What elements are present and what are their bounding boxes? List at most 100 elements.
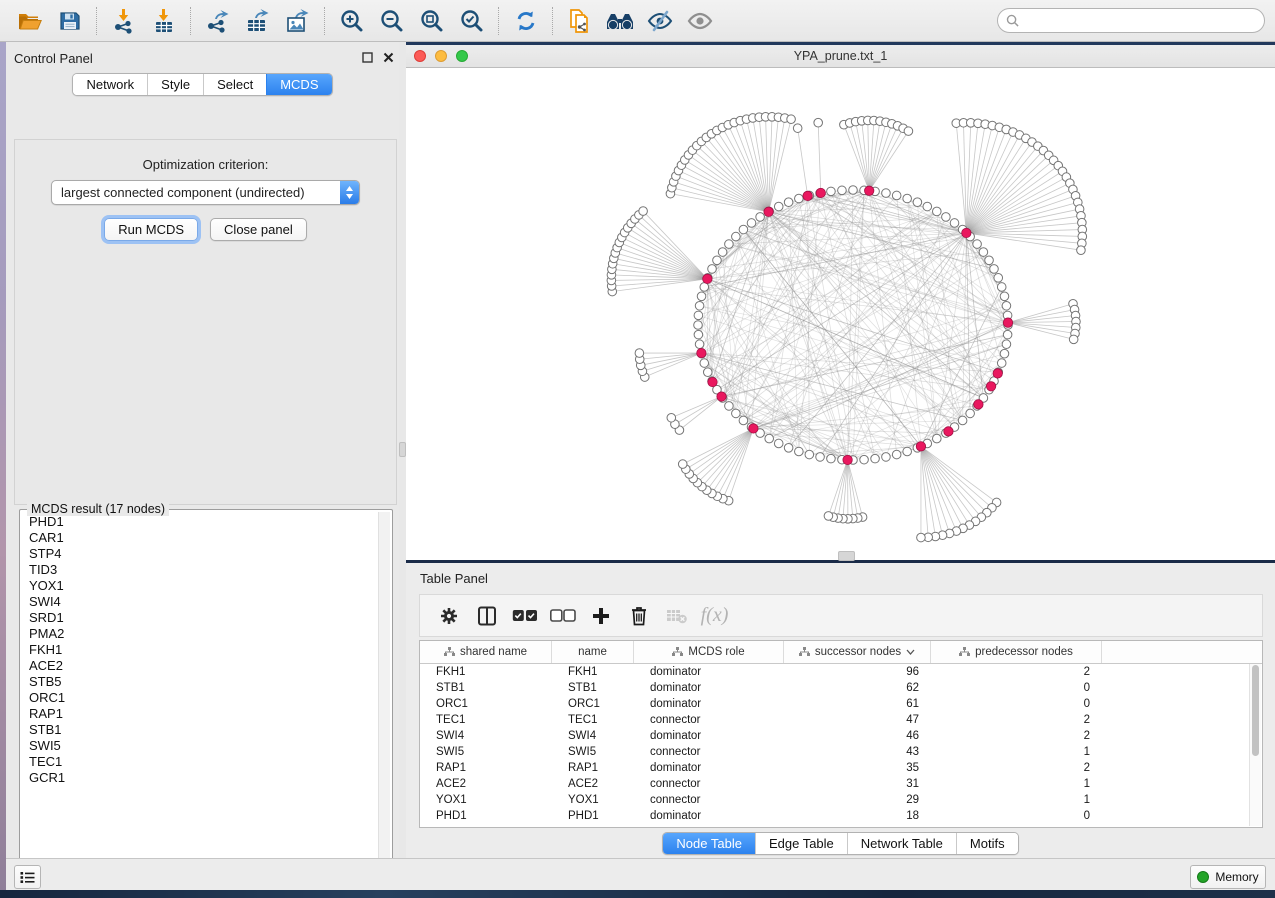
control-panel-tabbar: NetworkStyleSelectMCDS <box>6 73 399 96</box>
tab-network-table[interactable]: Network Table <box>847 833 956 854</box>
result-list-scrollbar[interactable] <box>378 512 390 878</box>
control-panel-title: Control Panel <box>14 50 93 68</box>
table-cell: 2 <box>931 762 1102 774</box>
table-row[interactable]: RAP1RAP1dominator352 <box>420 760 1262 776</box>
delete-table-button[interactable] <box>662 601 691 630</box>
table-cell: 0 <box>931 810 1102 822</box>
zoom-in-button[interactable] <box>332 4 372 38</box>
function-builder-button[interactable]: f(x) <box>700 601 729 630</box>
import-network-button[interactable] <box>104 4 144 38</box>
create-column-button[interactable] <box>586 601 615 630</box>
table-cell: 0 <box>931 682 1102 694</box>
column-header-MCDS-role[interactable]: MCDS role <box>634 641 784 663</box>
mcds-result-item[interactable]: PMA2 <box>22 626 378 642</box>
table-settings-button[interactable] <box>434 601 463 630</box>
mcds-result-item[interactable]: FKH1 <box>22 642 378 658</box>
mcds-result-item[interactable]: STB5 <box>22 674 378 690</box>
zoom-selected-icon <box>459 8 485 34</box>
column-header-name[interactable]: name <box>552 641 634 663</box>
mcds-result-list[interactable]: PHD1CAR1STP4TID3YOX1SWI4SRD1PMA2FKH1ACE2… <box>22 514 378 878</box>
search-input[interactable] <box>1024 13 1256 29</box>
mcds-result-item[interactable]: CAR1 <box>22 530 378 546</box>
first-neighbors-button[interactable] <box>600 4 640 38</box>
refresh-button[interactable] <box>506 4 546 38</box>
tab-motifs[interactable]: Motifs <box>956 833 1018 854</box>
vertical-splitter[interactable] <box>399 42 406 858</box>
deselect-all-button[interactable] <box>548 601 577 630</box>
splitter-handle[interactable] <box>399 442 406 457</box>
table-row[interactable]: TEC1TEC1connector472 <box>420 712 1262 728</box>
hide-selected-button[interactable] <box>640 4 680 38</box>
mcds-result-item[interactable]: RAP1 <box>22 706 378 722</box>
table-cell: 18 <box>784 810 931 822</box>
mcds-result-item[interactable]: GCR1 <box>22 770 378 786</box>
column-header-predecessor-nodes[interactable]: predecessor nodes <box>931 641 1102 663</box>
zoom-out-button[interactable] <box>372 4 412 38</box>
show-all-button[interactable] <box>680 4 720 38</box>
close-panel-button[interactable] <box>380 49 396 65</box>
mcds-result-item[interactable]: STP4 <box>22 546 378 562</box>
memory-button[interactable]: Memory <box>1190 865 1266 889</box>
desktop-wallpaper-strip <box>0 890 1275 898</box>
table-row[interactable]: YOX1YOX1connector291 <box>420 792 1262 808</box>
save-icon <box>59 10 81 32</box>
table-header-row: shared namenameMCDS rolesuccessor nodesp… <box>420 641 1262 664</box>
table-body: FKH1FKH1dominator962STB1STB1dominator620… <box>420 664 1262 824</box>
table-row[interactable]: SWI4SWI4dominator462 <box>420 728 1262 744</box>
open-folder-icon <box>17 10 43 32</box>
table-cell: 62 <box>784 682 931 694</box>
search-field[interactable] <box>997 8 1265 33</box>
table-cell: 96 <box>784 666 931 678</box>
export-image-button[interactable] <box>278 4 318 38</box>
close-panel-button-mcds[interactable]: Close panel <box>210 218 307 241</box>
tab-edge-table[interactable]: Edge Table <box>755 833 847 854</box>
column-header-shared-name[interactable]: shared name <box>420 641 552 663</box>
mcds-result-item[interactable]: STB1 <box>22 722 378 738</box>
clone-network-button[interactable] <box>560 4 600 38</box>
mcds-result-item[interactable]: YOX1 <box>22 578 378 594</box>
import-table-button[interactable] <box>144 4 184 38</box>
criterion-select[interactable]: largest connected component (undirected) <box>51 180 360 205</box>
select-all-button[interactable] <box>510 601 539 630</box>
scrollbar-thumb[interactable] <box>1252 665 1259 756</box>
tab-style[interactable]: Style <box>147 74 203 95</box>
tab-node-table[interactable]: Node Table <box>663 833 755 854</box>
mcds-result-item[interactable]: PHD1 <box>22 514 378 530</box>
table-row[interactable]: PHD1PHD1dominator180 <box>420 808 1262 824</box>
mcds-result-item[interactable]: SRD1 <box>22 610 378 626</box>
save-session-button[interactable] <box>50 4 90 38</box>
columns-icon <box>477 606 497 626</box>
column-header-successor-nodes[interactable]: successor nodes <box>784 641 931 663</box>
table-scrollbar[interactable] <box>1249 664 1261 826</box>
tab-network[interactable]: Network <box>73 74 147 95</box>
zoom-selected-button[interactable] <box>452 4 492 38</box>
mcds-result-item[interactable]: TID3 <box>22 562 378 578</box>
mcds-result-item[interactable]: ORC1 <box>22 690 378 706</box>
horizontal-splitter-handle[interactable] <box>838 551 855 561</box>
float-panel-button[interactable] <box>359 49 375 65</box>
show-column-button[interactable] <box>472 601 501 630</box>
mcds-result-item[interactable]: SWI4 <box>22 594 378 610</box>
tab-mcds[interactable]: MCDS <box>266 74 331 95</box>
table-row[interactable]: SWI5SWI5connector431 <box>420 744 1262 760</box>
delete-column-button[interactable] <box>624 601 653 630</box>
table-row[interactable]: FKH1FKH1dominator962 <box>420 664 1262 680</box>
run-mcds-button[interactable]: Run MCDS <box>104 218 198 241</box>
network-window-titlebar[interactable]: YPA_prune.txt_1 <box>406 45 1275 68</box>
mcds-result-item[interactable]: ACE2 <box>22 658 378 674</box>
network-canvas[interactable] <box>406 68 1275 560</box>
table-row[interactable]: ORC1ORC1dominator610 <box>420 696 1262 712</box>
export-network-button[interactable] <box>198 4 238 38</box>
table-row[interactable]: STB1STB1dominator620 <box>420 680 1262 696</box>
tab-select[interactable]: Select <box>203 74 266 95</box>
table-cell: RAP1 <box>552 762 634 774</box>
show-panels-button[interactable] <box>14 865 41 889</box>
open-file-button[interactable] <box>10 4 50 38</box>
table-cell: 1 <box>931 778 1102 790</box>
mcds-result-item[interactable]: TEC1 <box>22 754 378 770</box>
export-table-button[interactable] <box>238 4 278 38</box>
zoom-fit-button[interactable] <box>412 4 452 38</box>
table-row[interactable]: ACE2ACE2connector311 <box>420 776 1262 792</box>
mcds-result-item[interactable]: SWI5 <box>22 738 378 754</box>
zoom-out-icon <box>379 8 405 34</box>
